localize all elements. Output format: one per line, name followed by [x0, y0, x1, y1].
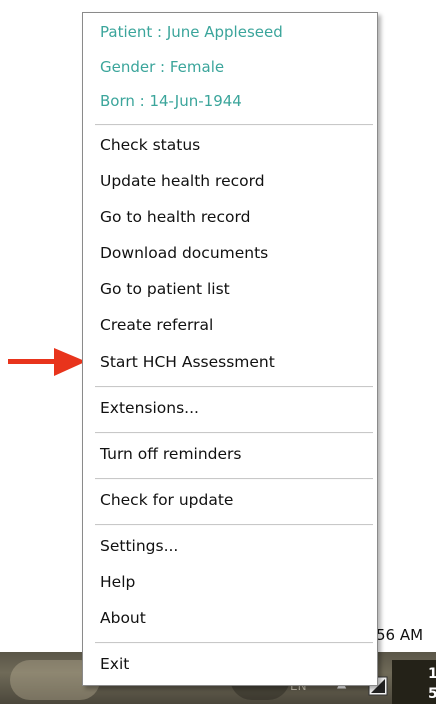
menu-item-help[interactable]: Help: [100, 573, 135, 591]
menu-item-go-to-health-record[interactable]: Go to health record: [100, 208, 250, 226]
clock-time-fragment: 56 AM: [376, 626, 424, 644]
menu-item-turn-off-reminders[interactable]: Turn off reminders: [100, 445, 242, 463]
menu-separator: [95, 432, 373, 434]
menu-item-download-documents[interactable]: Download documents: [100, 244, 268, 262]
tray-context-menu: Patient : June Appleseed Gender : Female…: [82, 12, 378, 686]
menu-separator: [95, 386, 373, 388]
menu-item-exit[interactable]: Exit: [100, 655, 129, 673]
patient-name: Patient : June Appleseed: [100, 23, 283, 41]
arrow-right-icon: [8, 348, 86, 376]
menu-separator: [95, 124, 373, 126]
menu-item-extensions[interactable]: Extensions...: [100, 399, 199, 417]
menu-separator: [95, 524, 373, 526]
menu-item-update-health-record[interactable]: Update health record: [100, 172, 265, 190]
patient-born: Born : 14-Jun-1944: [100, 92, 242, 110]
patient-gender: Gender : Female: [100, 58, 225, 76]
tray-clock[interactable]: 1 5: [392, 660, 436, 704]
menu-item-settings[interactable]: Settings...: [100, 537, 178, 555]
menu-item-check-for-update[interactable]: Check for update: [100, 491, 233, 509]
menu-item-go-to-patient-list[interactable]: Go to patient list: [100, 280, 230, 298]
tray-clock-digit-top: 1: [428, 666, 436, 682]
menu-item-start-hch-assessment[interactable]: Start HCH Assessment: [100, 353, 275, 371]
menu-item-check-status[interactable]: Check status: [100, 136, 200, 154]
menu-item-about[interactable]: About: [100, 609, 146, 627]
menu-separator: [95, 478, 373, 480]
menu-separator: [95, 642, 373, 644]
tray-clock-digit-bottom: 5: [428, 686, 436, 702]
menu-item-create-referral[interactable]: Create referral: [100, 316, 213, 334]
